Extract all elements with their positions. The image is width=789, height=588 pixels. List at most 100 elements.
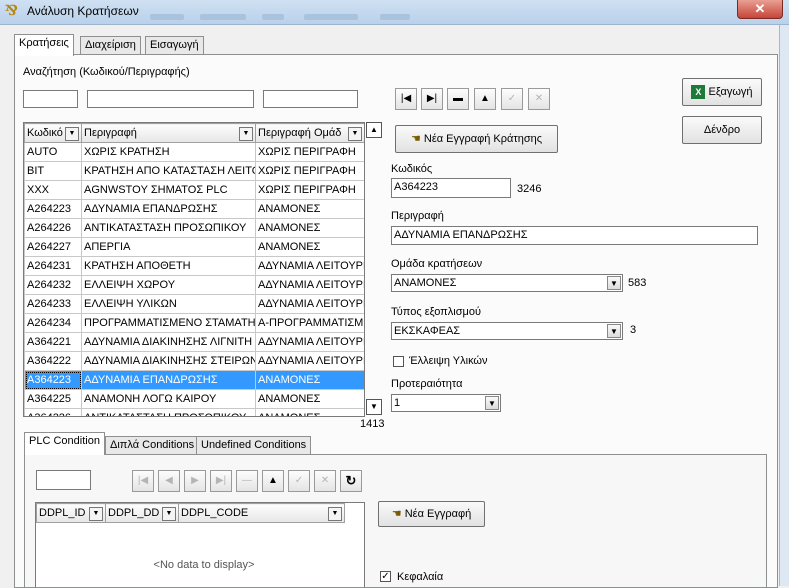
cell-description[interactable]: ΚΡΑΤΗΣΗ ΑΠΟ ΚΑΤΑΣΤΑΣΗ ΛΕΙΤΟΥ — [81, 161, 256, 181]
table-row[interactable]: A264231 ΚΡΑΤΗΣΗ ΑΠΟΘΕΤΗ ΑΔΥΝΑΜΙΑ ΛΕΙΤΟΥΡΓ — [24, 256, 364, 276]
table-row[interactable]: BIT ΚΡΑΤΗΣΗ ΑΠΟ ΚΑΤΑΣΤΑΣΗ ΛΕΙΤΟΥ ΧΩΡΙΣ ΠΕΡ… — [24, 161, 364, 181]
prev-icon[interactable]: ◀ — [158, 470, 180, 492]
table-row[interactable]: A364221 ΑΔΥΝΑΜΙΑ ΔΙΑΚΙΝΗΣΗΣ ΛΙΓΝΙΤΗ ΑΔΥΝΑΜ… — [24, 332, 364, 352]
post-icon[interactable]: ✓ — [288, 470, 310, 492]
scroll-down-icon[interactable]: ▼ — [366, 399, 382, 415]
cell-group[interactable]: ΑΝΑΜΟΝΕΣ — [255, 370, 364, 390]
cancel-icon[interactable]: ✕ — [314, 470, 336, 492]
last-icon[interactable]: ▶| — [210, 470, 232, 492]
records-grid[interactable]: Κωδικό ▼ Περιγραφή ▼ Περιγραφή Ομάδ ▼ AUTO Χ… — [23, 122, 365, 417]
tab-eisagogi[interactable]: Εισαγωγή — [145, 36, 204, 55]
cell-description[interactable]: ΑΝΤΙΚΑΤΑΣΤΑΣΗ ΠΡΟΣΩΠΙΚΟΥ — [81, 218, 256, 238]
edit-icon[interactable]: ▲ — [262, 470, 284, 492]
cell-description[interactable]: ΕΛΛΕΙΨΗ ΥΛΙΚΩΝ — [81, 294, 256, 314]
cell-code[interactable]: A364223 — [24, 370, 82, 390]
table-row[interactable]: A264233 ΕΛΛΕΙΨΗ ΥΛΙΚΩΝ ΑΔΥΝΑΜΙΑ ΛΕΙΤΟΥΡΓ — [24, 294, 364, 314]
chevron-down-icon[interactable]: ▼ — [485, 396, 499, 410]
column-header-description[interactable]: Περιγραφή ▼ — [81, 123, 256, 143]
column-header-ddpl-id[interactable]: DDPL_ID ▼ — [36, 503, 106, 523]
cell-code[interactable]: XXX — [24, 180, 82, 200]
chevron-down-icon[interactable]: ▼ — [239, 127, 253, 141]
cell-code[interactable]: BIT — [24, 161, 82, 181]
cell-description[interactable]: ΑΔΥΝΑΜΙΑ ΕΠΑΝΔΡΩΣΗΣ — [81, 370, 256, 390]
cell-group[interactable]: ΑΝΑΜΟΝΕΣ — [255, 389, 364, 409]
code-field[interactable]: A364223 — [391, 178, 511, 198]
tab-plc-condition[interactable]: PLC Condition — [24, 432, 105, 455]
cell-group[interactable]: ΑΔΥΝΑΜΙΑ ΛΕΙΤΟΥΡΓ — [255, 351, 364, 371]
grid-scrollbar[interactable]: ▲ ▼ — [366, 122, 382, 415]
close-button[interactable]: ✕ — [737, 0, 783, 19]
post-record-icon[interactable]: ✓ — [501, 88, 523, 110]
table-row[interactable]: A264234 ΠΡΟΓΡΑΜΜΑΤΙΣΜΕΝΟ ΣΤΑΜΑΤΗΜΑ Α-ΠΡΟΓΡ… — [24, 313, 364, 333]
table-row[interactable]: A264232 ΕΛΛΕΙΨΗ ΧΩΡΟΥ ΑΔΥΝΑΜΙΑ ΛΕΙΤΟΥΡΓ — [24, 275, 364, 295]
scroll-up-icon[interactable]: ▲ — [366, 122, 382, 138]
cell-description[interactable]: ΑΔΥΝΑΜΙΑ ΔΙΑΚΙΝΗΣΗΣ ΣΤΕΙΡΩΝ — [81, 351, 256, 371]
first-icon[interactable]: |◀ — [132, 470, 154, 492]
column-header-ddpl-code[interactable]: DDPL_CODE ▼ — [178, 503, 345, 523]
cell-description[interactable]: ΚΡΑΤΗΣΗ ΑΠΟΘΕΤΗ — [81, 256, 256, 276]
export-button[interactable]: X Εξαγωγή — [682, 78, 762, 106]
table-row[interactable]: A364226ΑΝΤΙΚΑΤΑΣΤΑΣΗ ΠΡΟΣΩΠΙΚΟΥΑΝΑΜΟΝΕΣ — [24, 408, 364, 416]
column-header-group[interactable]: Περιγραφή Ομάδ ▼ — [255, 123, 364, 143]
cell-description[interactable]: ΑΝΑΜΟΝΗ ΛΟΓΩ ΚΑΙΡΟΥ — [81, 389, 256, 409]
cell-description[interactable]: ΑΔΥΝΑΜΙΑ ΕΠΑΝΔΡΩΣΗΣ — [81, 199, 256, 219]
cell-group[interactable]: ΑΔΥΝΑΜΙΑ ΛΕΙΤΟΥΡΓ — [255, 256, 364, 276]
chevron-down-icon[interactable]: ▼ — [607, 276, 621, 290]
tab-undefined-conditions[interactable]: Undefined Conditions — [196, 436, 312, 455]
chevron-down-icon[interactable]: ▼ — [607, 324, 621, 338]
chevron-down-icon[interactable]: ▼ — [65, 127, 79, 141]
tab-double-conditions[interactable]: Διπλά Conditions — [105, 436, 200, 455]
cell-group[interactable]: ΑΝΑΜΟΝΕΣ — [255, 408, 364, 416]
table-row[interactable]: A264223 ΑΔΥΝΑΜΙΑ ΕΠΑΝΔΡΩΣΗΣ ΑΝΑΜΟΝΕΣ — [24, 199, 364, 219]
cell-group[interactable]: ΑΔΥΝΑΜΙΑ ΛΕΙΤΟΥΡΓ — [255, 332, 364, 352]
cell-code[interactable]: A364222 — [24, 351, 82, 371]
plc-new-record-button[interactable]: ☚ Νέα Εγγραφή — [378, 501, 485, 527]
next-record-button[interactable]: ▶| — [421, 88, 443, 110]
plc-grid[interactable]: DDPL_ID ▼ DDPL_DD ▼ DDPL_CODE ▼ <No data to… — [35, 502, 365, 587]
cell-group[interactable]: ΑΝΑΜΟΝΕΣ — [255, 199, 364, 219]
cell-description[interactable]: ΑΠΕΡΓΙΑ — [81, 237, 256, 257]
cell-code[interactable]: A264234 — [24, 313, 82, 333]
cell-group[interactable]: ΧΩΡΙΣ ΠΕΡΙΓΡΑΦΗ — [255, 142, 364, 162]
cell-description[interactable]: ΑΔΥΝΑΜΙΑ ΔΙΑΚΙΝΗΣΗΣ ΛΙΓΝΙΤΗ — [81, 332, 256, 352]
chevron-down-icon[interactable]: ▼ — [328, 507, 342, 521]
cell-group[interactable]: ΑΔΥΝΑΜΙΑ ΛΕΙΤΟΥΡΓ — [255, 275, 364, 295]
table-row[interactable]: A364225 ΑΝΑΜΟΝΗ ΛΟΓΩ ΚΑΙΡΟΥ ΑΝΑΜΟΝΕΣ — [24, 389, 364, 409]
cell-group[interactable]: ΧΩΡΙΣ ΠΕΡΙΓΡΑΦΗ — [255, 180, 364, 200]
cell-code[interactable]: AUTO — [24, 142, 82, 162]
cell-description[interactable]: AGNWSTOY ΣΗΜΑΤΟΣ PLC — [81, 180, 256, 200]
cell-code[interactable]: A264232 — [24, 275, 82, 295]
plc-filter-input[interactable] — [36, 470, 91, 490]
chevron-down-icon[interactable]: ▼ — [89, 507, 103, 521]
table-row[interactable]: A364223 ΑΔΥΝΑΜΙΑ ΕΠΑΝΔΡΩΣΗΣ ΑΝΑΜΟΝΕΣ — [24, 370, 364, 390]
chevron-down-icon[interactable]: ▼ — [348, 127, 362, 141]
search-group-input[interactable] — [263, 90, 358, 108]
first-record-button[interactable]: |◀ — [395, 88, 417, 110]
cell-description[interactable]: ΕΛΛΕΙΨΗ ΧΩΡΟΥ — [81, 275, 256, 295]
cell-code[interactable]: A264223 — [24, 199, 82, 219]
edit-record-button[interactable]: ▲ — [474, 88, 496, 110]
next-icon[interactable]: ▶ — [184, 470, 206, 492]
group-select[interactable]: ΑΝΑΜΟΝΕΣ ▼ — [391, 274, 623, 292]
cell-description[interactable]: ΠΡΟΓΡΑΜΜΑΤΙΣΜΕΝΟ ΣΤΑΜΑΤΗΜΑ — [81, 313, 256, 333]
column-header-ddpl-dd[interactable]: DDPL_DD ▼ — [105, 503, 179, 523]
cell-code[interactable]: A364221 — [24, 332, 82, 352]
caps-checkbox[interactable]: ✓ — [380, 571, 391, 582]
cell-code[interactable]: A264233 — [24, 294, 82, 314]
tab-diaxeirisi[interactable]: Διαχείριση — [80, 36, 141, 55]
cell-group[interactable]: ΑΔΥΝΑΜΙΑ ΛΕΙΤΟΥΡΓ — [255, 294, 364, 314]
search-description-input[interactable] — [87, 90, 254, 108]
cell-group[interactable]: ΑΝΑΜΟΝΕΣ — [255, 218, 364, 238]
cell-code[interactable]: A264231 — [24, 256, 82, 276]
shortage-checkbox[interactable] — [393, 356, 404, 367]
description-field[interactable]: ΑΔΥΝΑΜΙΑ ΕΠΑΝΔΡΩΣΗΣ — [391, 226, 758, 245]
cell-code[interactable]: A264227 — [24, 237, 82, 257]
table-row[interactable]: A364222 ΑΔΥΝΑΜΙΑ ΔΙΑΚΙΝΗΣΗΣ ΣΤΕΙΡΩΝ ΑΔΥΝΑΜ… — [24, 351, 364, 371]
new-record-button[interactable]: ☚ Νέα Εγγραφή Κράτησης — [395, 125, 558, 153]
search-code-input[interactable] — [23, 90, 78, 108]
tree-button[interactable]: Δένδρο — [682, 116, 762, 144]
delete-record-button[interactable]: ▬ — [447, 88, 469, 110]
cell-code[interactable]: A264226 — [24, 218, 82, 238]
column-header-code[interactable]: Κωδικό ▼ — [24, 123, 82, 143]
priority-select[interactable]: 1 ▼ — [391, 394, 501, 412]
